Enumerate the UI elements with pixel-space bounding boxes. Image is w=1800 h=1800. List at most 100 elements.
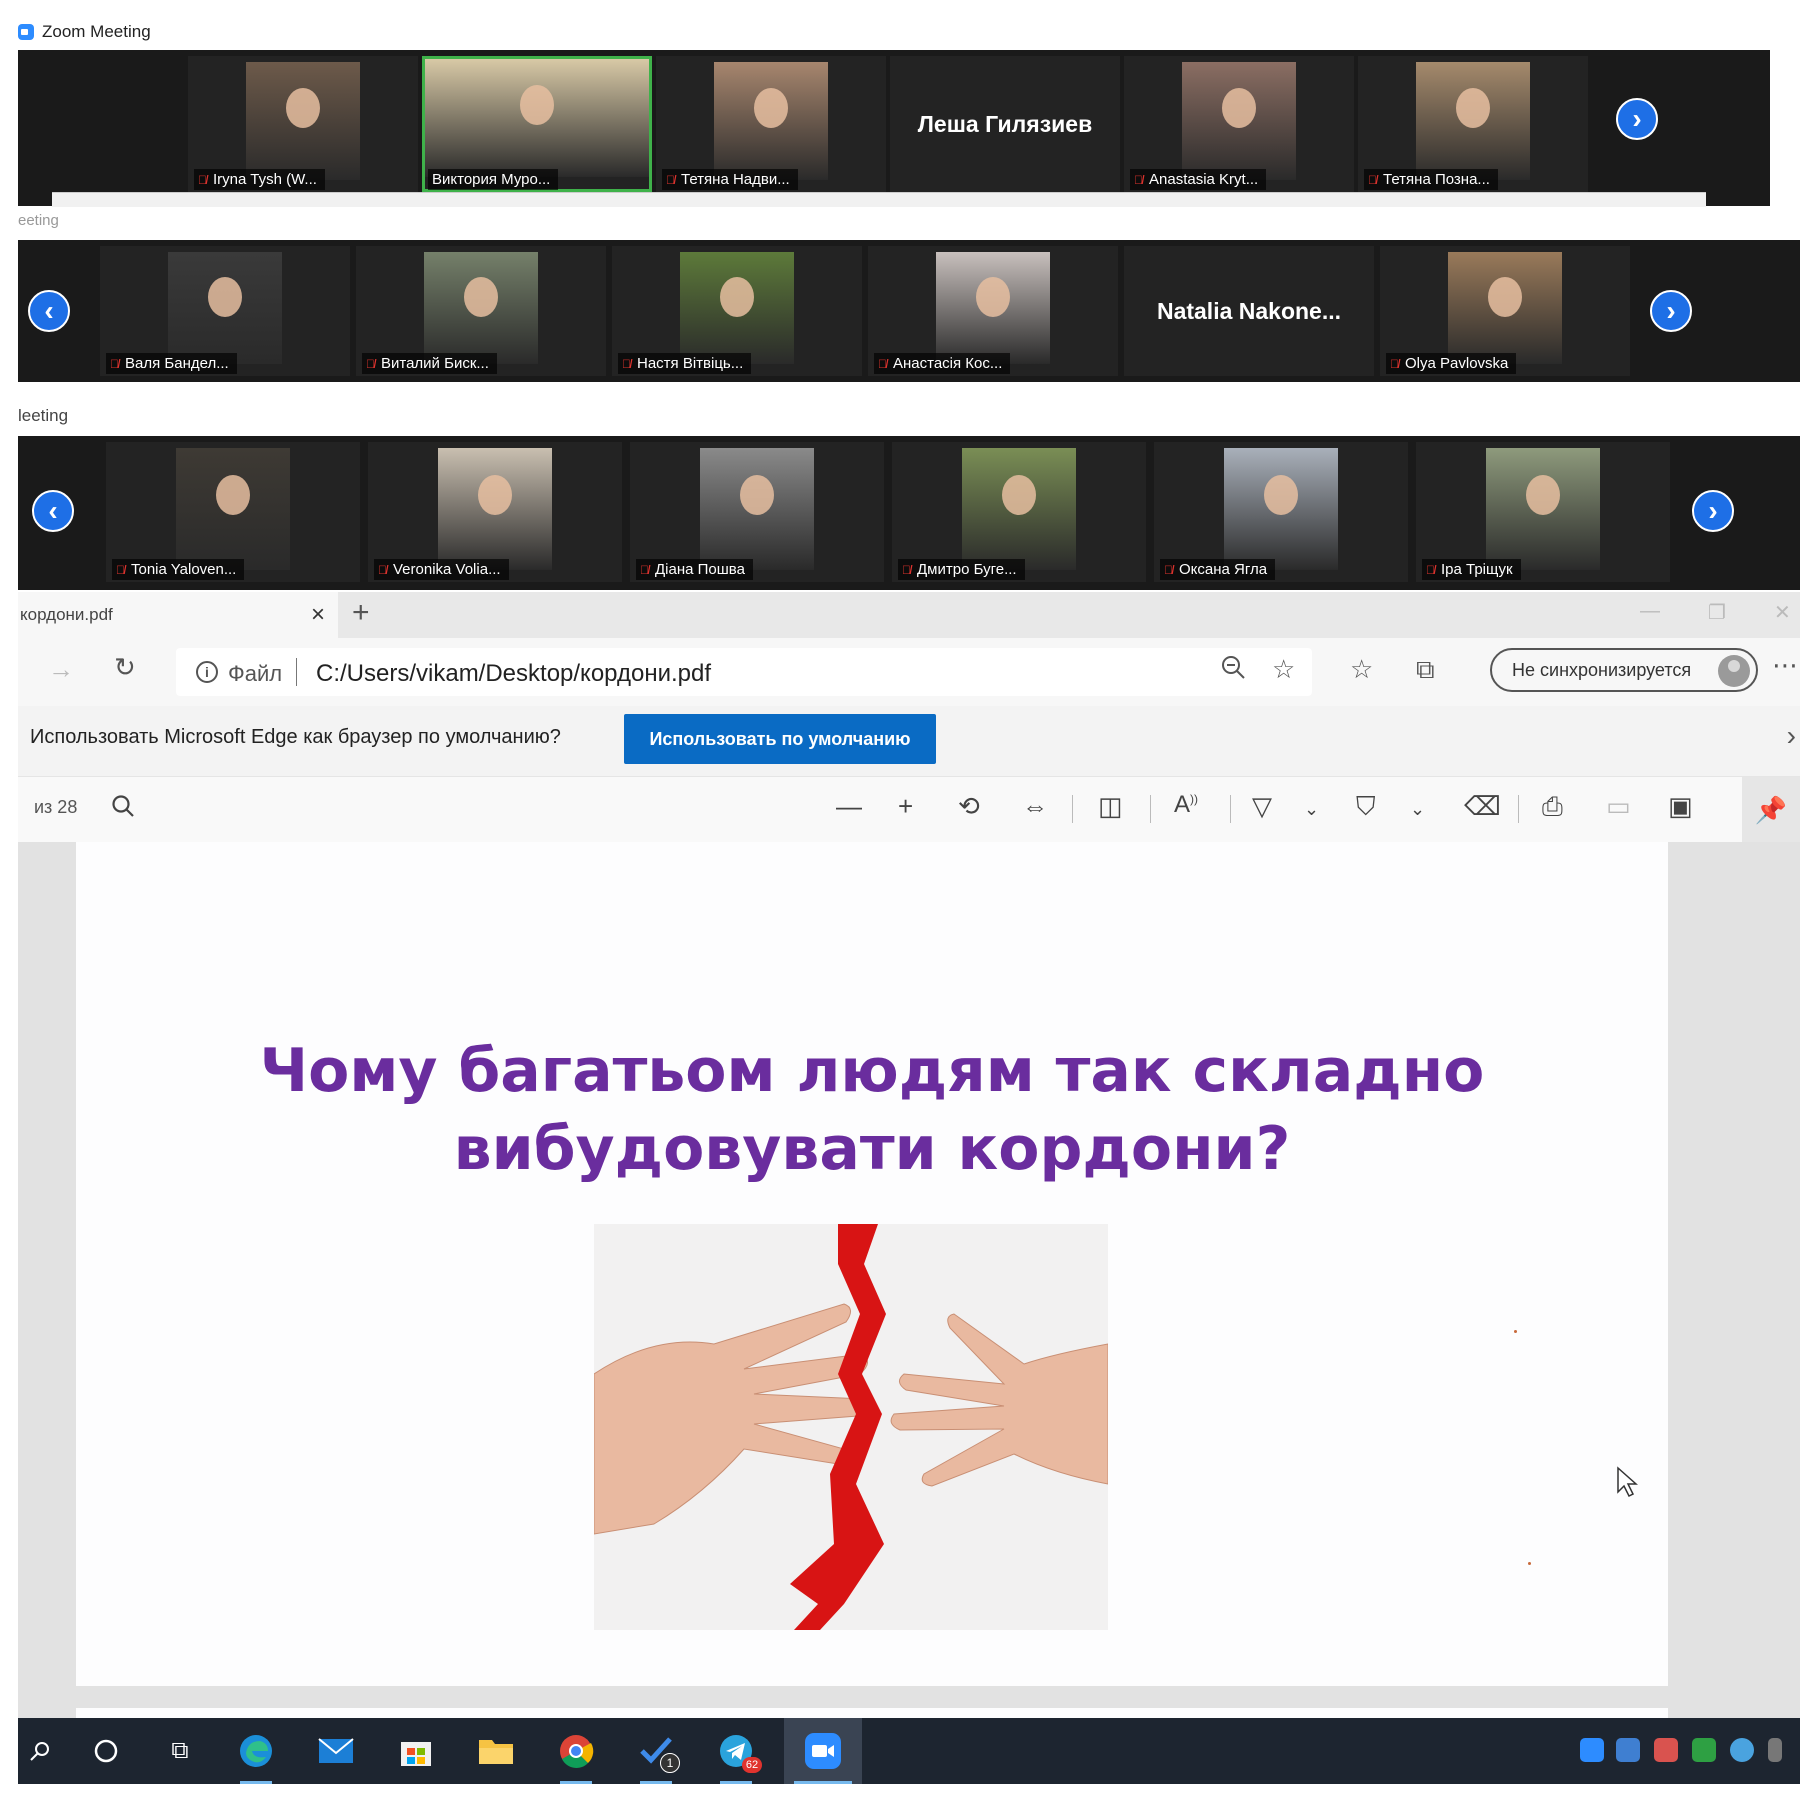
participant-tile[interactable]: Леша Гилязиев — [890, 56, 1120, 192]
zoom-app-icon[interactable] — [784, 1718, 862, 1784]
running-indicator — [720, 1781, 752, 1784]
new-tab-icon[interactable]: + — [352, 596, 370, 630]
close-window-icon[interactable]: ✕ — [1774, 600, 1791, 625]
participant-name-label: 🎙̸ Оксана Ягла — [1160, 559, 1276, 580]
tray-battery-icon[interactable] — [1768, 1738, 1782, 1762]
mail-icon[interactable] — [314, 1729, 358, 1773]
page-view-icon[interactable]: ◫ — [1098, 791, 1123, 822]
participant-tile[interactable]: 🎙̸ Olya Pavlovska — [1380, 246, 1630, 376]
store-icon[interactable] — [394, 1729, 438, 1773]
participant-tile[interactable]: Виктория Муро... — [422, 56, 652, 192]
add-favorite-icon[interactable]: ☆ — [1272, 654, 1295, 685]
read-aloud-icon[interactable]: A)) — [1174, 791, 1198, 819]
participant-name-label: 🎙̸ Анастасія Кос... — [874, 353, 1011, 374]
participant-name-label: 🎙̸ Дмитро Буге... — [898, 559, 1025, 580]
edge-icon[interactable] — [234, 1729, 278, 1784]
participant-face — [1264, 474, 1298, 515]
info-icon[interactable]: i — [196, 661, 218, 683]
next-page-icon[interactable]: › — [1650, 290, 1692, 332]
browser-address-bar: → ↻ i Файл C:/Users/vikam/Desktop/кордон… — [18, 638, 1800, 706]
muted-mic-icon: 🎙̸ — [110, 356, 119, 371]
participant-tile[interactable]: 🎙̸ Дмитро Буге... — [892, 442, 1146, 582]
participant-tile[interactable]: 🎙̸ Veronika Volia... — [368, 442, 622, 582]
muted-mic-icon: 🎙̸ — [640, 562, 649, 577]
profile-sync-button[interactable]: Не синхронизируется — [1490, 648, 1758, 692]
zoom-in-icon[interactable]: + — [898, 791, 913, 822]
highlight-icon[interactable]: ⛉ — [1356, 791, 1376, 823]
participant-name: Настя Вітвіць... — [637, 355, 744, 372]
participant-name-label: 🎙̸ Валя Бандел... — [106, 353, 237, 374]
fit-width-icon[interactable]: ⇔ — [1022, 791, 1048, 822]
pin-toolbar-icon[interactable]: 📌 — [1742, 777, 1800, 843]
rotate-icon[interactable]: ⟲ — [958, 791, 980, 822]
save-as-icon[interactable]: ▣ — [1668, 791, 1693, 822]
prev-page-icon[interactable]: ‹ — [28, 290, 70, 332]
forward-icon[interactable]: → — [48, 654, 74, 685]
refresh-icon[interactable]: ↻ — [114, 652, 136, 683]
participant-tile[interactable]: 🎙̸ Валя Бандел... — [100, 246, 350, 376]
task-view-icon[interactable]: ⧉ — [158, 1729, 202, 1773]
participant-name: Іра Тріщук — [1441, 561, 1513, 578]
participant-video — [700, 448, 814, 570]
eraser-icon[interactable]: ⌫ — [1464, 791, 1501, 822]
next-page-icon[interactable]: › — [1616, 98, 1658, 140]
participant-name: Natalia Nakone... — [1156, 297, 1342, 324]
participant-tile[interactable]: 🎙̸ Настя Вітвіць... — [612, 246, 862, 376]
zoom-out-search-icon[interactable] — [1220, 654, 1246, 687]
tray-check-icon[interactable] — [1692, 1738, 1716, 1762]
tray-zoom-icon[interactable] — [1580, 1738, 1604, 1762]
chevron-down-icon[interactable]: ⌄ — [1304, 799, 1319, 820]
cortana-icon[interactable] — [84, 1729, 128, 1773]
url-text[interactable]: C:/Users/vikam/Desktop/кордони.pdf — [316, 660, 711, 688]
participant-tile[interactable]: 🎙̸ Іра Тріщук — [1416, 442, 1670, 582]
set-default-button[interactable]: Использовать по умолчанию — [624, 714, 936, 764]
chrome-icon[interactable] — [554, 1729, 598, 1784]
print-icon[interactable]: ⎙ — [1542, 791, 1563, 823]
participant-tile[interactable]: 🎙̸ Діана Пошва — [630, 442, 884, 582]
participant-tile[interactable]: 🎙̸ Виталий Биск... — [356, 246, 606, 376]
chevron-down-icon[interactable]: ⌄ — [1410, 799, 1425, 820]
dismiss-infobar-icon[interactable]: › — [1787, 720, 1796, 752]
todo-icon[interactable]: 1 — [634, 1729, 680, 1784]
participant-tile[interactable]: 🎙̸ Anastasia Kryt... — [1124, 56, 1354, 192]
telegram-icon[interactable]: 62 — [714, 1729, 762, 1784]
file-explorer-icon[interactable] — [474, 1729, 518, 1773]
participant-tile[interactable]: 🎙̸ Iryna Tysh (W... — [188, 56, 418, 192]
participant-video — [176, 448, 290, 570]
restore-icon[interactable]: ❐ — [1708, 600, 1726, 625]
muted-mic-icon: 🎙̸ — [1134, 172, 1143, 187]
participant-tile[interactable]: 🎙̸ Тетяна Надви... — [656, 56, 886, 192]
search-icon[interactable] — [110, 793, 136, 826]
url-field[interactable]: i Файл C:/Users/vikam/Desktop/кордони.pd… — [176, 648, 1312, 696]
participant-tile[interactable]: 🎙̸ Анастасія Кос... — [868, 246, 1118, 376]
participant-tile[interactable]: Natalia Nakone... — [1124, 246, 1374, 376]
favorites-icon[interactable]: ☆ — [1350, 654, 1373, 685]
participant-video — [1416, 62, 1530, 180]
participant-tile[interactable]: 🎙̸ Оксана Ягла — [1154, 442, 1408, 582]
collections-icon[interactable]: ⧉ — [1416, 654, 1435, 686]
tray-chrome-icon[interactable] — [1654, 1738, 1678, 1762]
prev-page-icon[interactable]: ‹ — [32, 490, 74, 532]
participant-name-label: 🎙̸ Tonia Yaloven... — [112, 559, 245, 580]
participant-face — [754, 87, 788, 128]
participant-name-label: 🎙̸ Настя Вітвіць... — [618, 353, 752, 374]
toolbar-separator — [1230, 795, 1231, 823]
draw-icon[interactable]: ▽ — [1252, 791, 1272, 822]
zoom-out-icon[interactable]: — — [836, 791, 862, 822]
default-browser-infobar: Использовать Microsoft Edge как браузер … — [18, 706, 1800, 776]
tray-sync-icon[interactable] — [1730, 1738, 1754, 1762]
participant-tile[interactable]: 🎙̸ Tonia Yaloven... — [106, 442, 360, 582]
slide-title: Чому багатьом людям так складно вибудову… — [76, 1032, 1668, 1188]
save-icon[interactable]: ▭ — [1606, 791, 1631, 822]
tab-kordony-pdf[interactable]: кордони.pdf × — [18, 592, 338, 638]
tray-app-icon[interactable] — [1616, 1738, 1640, 1762]
next-page-icon[interactable]: › — [1692, 490, 1734, 532]
more-menu-icon[interactable]: ⋯ — [1772, 650, 1798, 681]
participant-name: Анастасія Кос... — [893, 355, 1003, 372]
participant-video — [1486, 448, 1600, 570]
minimize-icon[interactable]: — — [1640, 600, 1660, 623]
close-tab-icon[interactable]: × — [298, 601, 338, 629]
search-icon[interactable] — [18, 1729, 62, 1773]
participant-tile[interactable]: 🎙̸ Тетяна Позна... — [1358, 56, 1588, 192]
participant-face — [478, 474, 512, 515]
